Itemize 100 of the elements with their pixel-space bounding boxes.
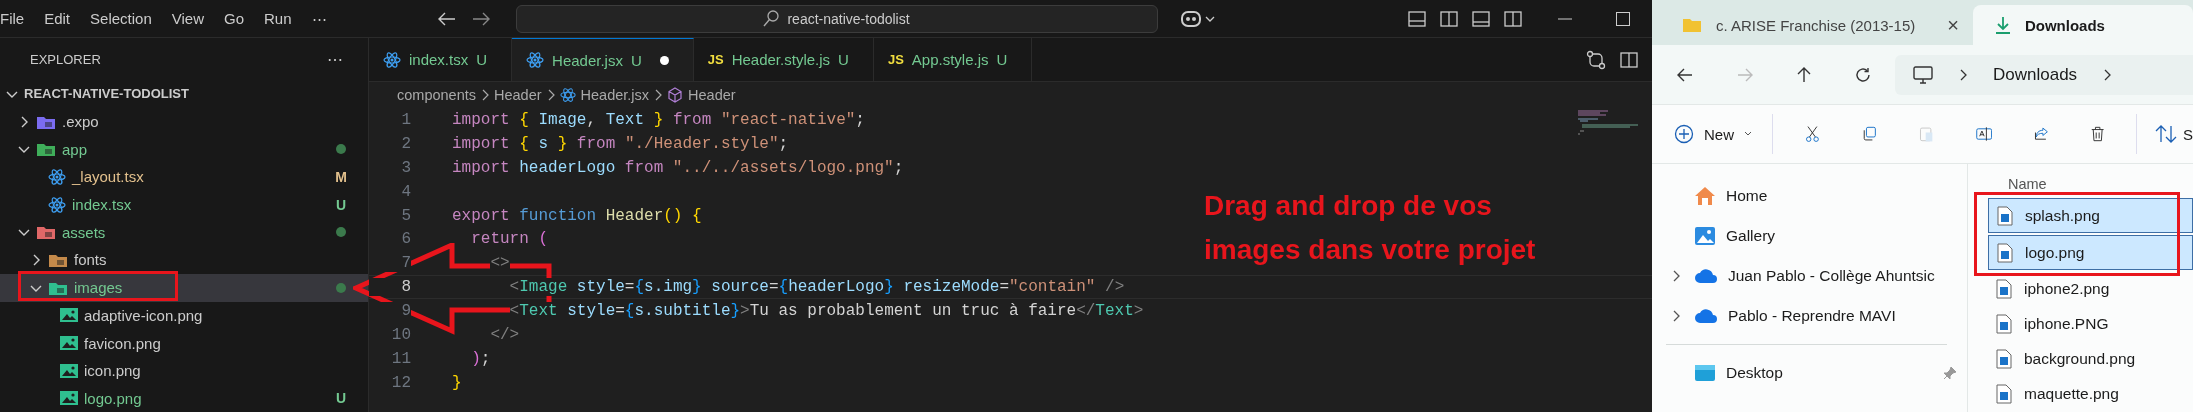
delete-icon[interactable]	[2090, 124, 2104, 144]
menu-item[interactable]: Edit	[44, 9, 71, 28]
editor-tab[interactable]: Header.jsx U	[512, 38, 694, 81]
layout-icon[interactable]	[1408, 10, 1426, 27]
file-row[interactable]: splash.png	[1988, 198, 2193, 233]
annotation-text: images dans votre projet	[1204, 233, 1536, 267]
nav-item[interactable]: Desktop	[1652, 353, 1967, 393]
search-icon	[763, 9, 780, 28]
js-file-icon: JS	[707, 52, 724, 67]
address-segment[interactable]: Downloads	[1993, 64, 2078, 85]
code-text: <Image style={s.img} source={headerLogo} resizeMode="contain" />	[508, 278, 1125, 297]
computer-icon	[1913, 65, 1933, 84]
nav-item[interactable]: Home	[1652, 176, 1967, 216]
breadcrumb-item[interactable]: Header	[688, 87, 736, 103]
git-status-label: U	[630, 51, 642, 69]
git-status-label: M	[334, 168, 348, 185]
tree-item-label: images	[74, 279, 123, 297]
code-text: <Text style={s.subtitle}>Tu as probablement un truc à faire</Text>	[508, 302, 1144, 321]
split-editor-icon[interactable]	[1620, 51, 1638, 68]
copy-icon[interactable]	[1861, 124, 1877, 144]
nav-item[interactable]: Gallery	[1652, 216, 1967, 256]
explorer-tab[interactable]: c. ARISE Franchise (2013-15) ×	[1660, 5, 1973, 45]
search-field[interactable]: react-native-todolist	[515, 4, 1158, 33]
tree-item[interactable]: adaptive-icon.png	[0, 301, 368, 330]
file-row[interactable]: iphone.PNG	[1988, 307, 2193, 340]
chevron-icon	[654, 89, 663, 101]
desktop-icon	[1694, 363, 1716, 383]
editor-tab[interactable]: JS Header.style.js U	[693, 38, 874, 81]
tab-label: c. ARISE Franchise (2013-15)	[1716, 16, 1916, 34]
maximize-icon[interactable]	[1616, 11, 1630, 26]
menu-item[interactable]: ⋯	[311, 9, 327, 28]
tree-item[interactable]: .expo	[0, 107, 368, 136]
tab-label: index.tsx	[409, 51, 469, 68]
layout-icon[interactable]	[1440, 10, 1458, 27]
react-icon	[559, 87, 576, 103]
file-row[interactable]: iphone2.png	[1988, 272, 2193, 305]
column-header[interactable]: Name	[1968, 170, 2193, 198]
tree-item-label: assets	[62, 223, 106, 241]
explorer-title: EXPLORER	[30, 51, 101, 67]
chevron-icon	[481, 89, 489, 101]
tree-item[interactable]: index.tsx U	[0, 190, 368, 219]
cloud-icon	[1694, 268, 1718, 284]
cloud-icon	[1694, 308, 1718, 324]
tree-item-label: index.tsx	[72, 196, 132, 214]
nav-item[interactable]: Pablo - Reprendre MAVI	[1652, 296, 1967, 336]
tree-item[interactable]: REACT-NATIVE-TODOLIST	[0, 80, 368, 108]
tree-item[interactable]: app	[0, 135, 368, 164]
compare-changes-icon[interactable]	[1586, 49, 1606, 70]
layout-icon[interactable]	[1504, 10, 1522, 27]
tree-item[interactable]: assets	[0, 218, 368, 247]
file-row[interactable]: maquette.png	[1988, 377, 2193, 410]
tree-item[interactable]: favicon.png	[0, 329, 368, 357]
close-tab-button[interactable]: ×	[1947, 13, 1959, 37]
up-arrow-icon[interactable]	[1797, 66, 1811, 83]
tree-item[interactable]: logo.png U	[0, 384, 368, 412]
folder-icon	[36, 224, 56, 241]
nav-item[interactable]: Juan Pablo - Collège Ahuntsic	[1652, 256, 1967, 296]
image-file-icon	[1996, 278, 2012, 299]
file-row[interactable]: logo.png	[1988, 235, 2193, 270]
explorer-tab[interactable]: Downloads	[1972, 5, 2193, 45]
cube-icon	[667, 87, 684, 103]
menu-item[interactable]: File	[0, 9, 25, 28]
menu-item[interactable]: Selection	[90, 9, 152, 28]
code-text: import { s } from "./Header.style";	[452, 134, 789, 153]
menu-item[interactable]: Go	[224, 9, 244, 28]
caret-icon	[1744, 131, 1752, 137]
chevron-icon	[546, 89, 555, 101]
cut-icon[interactable]	[1805, 123, 1820, 145]
image-file-icon	[1996, 313, 2012, 334]
tree-item-label: logo.png	[84, 389, 142, 407]
tree-item[interactable]: fonts	[0, 246, 368, 274]
tree-item[interactable]: images	[0, 273, 368, 302]
refresh-icon[interactable]	[1855, 66, 1871, 83]
react-icon	[383, 50, 401, 69]
tab-label: Header.jsx	[552, 51, 623, 69]
layout-icon[interactable]	[1472, 10, 1490, 27]
tree-item[interactable]: icon.png	[0, 356, 368, 385]
js-file-icon: JS	[887, 52, 904, 67]
menu-item[interactable]: Run	[264, 9, 292, 28]
breadcrumb-item[interactable]: Header	[494, 87, 542, 103]
breadcrumb-item[interactable]: components	[397, 87, 476, 103]
code-text: import headerLogo from "../../assets/logo.png";	[452, 158, 904, 177]
tree-item-label: adaptive-icon.png	[84, 306, 203, 324]
image-file-icon	[1997, 205, 2013, 226]
new-button[interactable]: New	[1674, 114, 1773, 154]
gallery-icon	[1694, 226, 1716, 246]
tree-item[interactable]: _layout.tsx M	[0, 163, 368, 191]
file-row[interactable]: background.png	[1988, 342, 2193, 375]
react-icon	[48, 167, 66, 186]
breadcrumb-item[interactable]: Header.jsx	[580, 87, 650, 103]
editor-tab[interactable]: JS App.style.js U	[873, 38, 1033, 81]
sort-button[interactable]: S	[2136, 114, 2193, 154]
forward-arrow-icon[interactable]	[471, 11, 490, 26]
copilot-icon[interactable]	[1179, 8, 1216, 29]
minimize-icon[interactable]	[1558, 17, 1572, 20]
address-bar[interactable]: Downloads	[1895, 54, 2193, 95]
menu-item[interactable]: View	[171, 9, 204, 28]
sort-icon	[2155, 125, 2177, 143]
back-arrow-icon[interactable]	[1677, 67, 1693, 82]
more-actions-button[interactable]: ⋯	[327, 49, 344, 69]
